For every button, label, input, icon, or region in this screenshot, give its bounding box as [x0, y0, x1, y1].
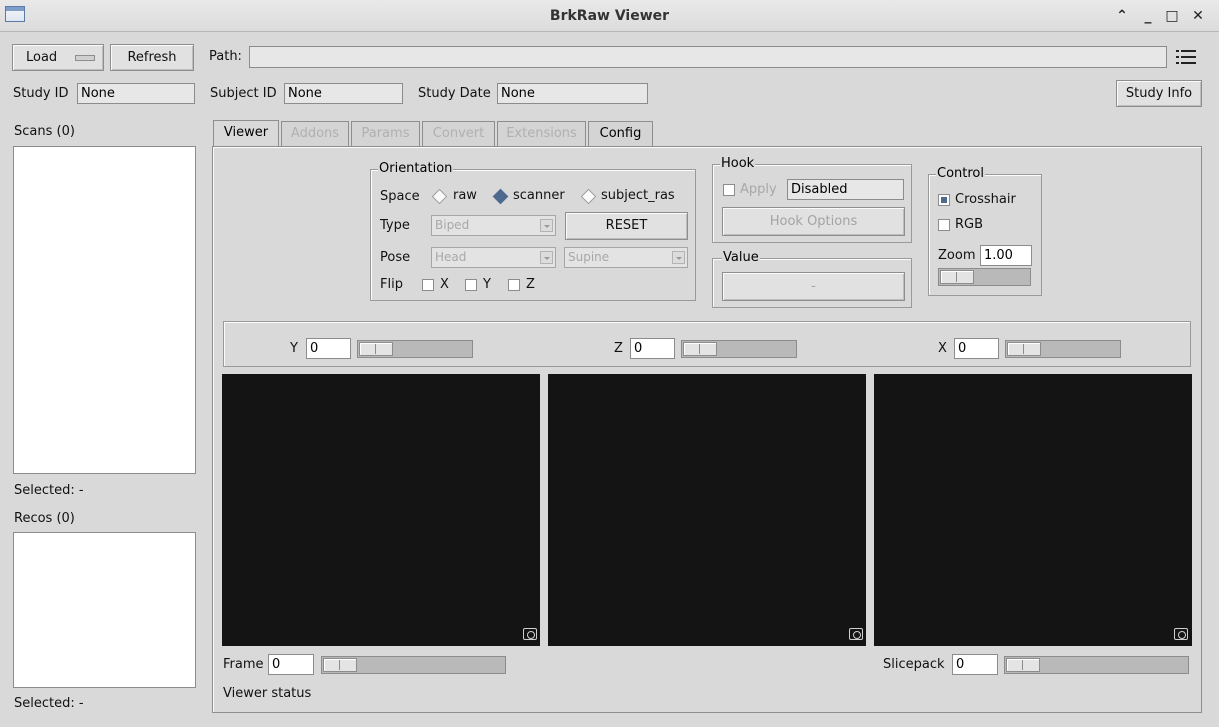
x-slice-slider-thumb[interactable]: [1007, 342, 1041, 356]
tab-config[interactable]: Config: [588, 121, 653, 147]
z-slice-slider-thumb[interactable]: [683, 342, 717, 356]
pose-head-value: Head: [435, 250, 467, 264]
type-combobox[interactable]: Biped: [431, 215, 556, 236]
camera-snapshot-icon[interactable]: [523, 628, 537, 640]
chevron-down-icon: [672, 251, 685, 264]
slicepack-label: Slicepack: [883, 657, 945, 672]
zoom-input[interactable]: 1.00: [980, 245, 1032, 266]
pose-supine-combobox[interactable]: Supine: [564, 247, 688, 268]
x-axis-label: X: [938, 341, 947, 356]
menubutton-indicator-icon: [75, 55, 95, 61]
space-option-scanner: scanner: [513, 188, 565, 203]
y-slice-slider[interactable]: [357, 340, 473, 358]
camera-snapshot-icon[interactable]: [1174, 628, 1188, 640]
study-date-field: None: [497, 83, 648, 104]
scans-label: Scans (0): [14, 124, 75, 139]
slicepack-slider[interactable]: [1004, 656, 1189, 674]
flip-y-checkbox[interactable]: [465, 279, 477, 291]
hook-options-button[interactable]: Hook Options: [722, 207, 905, 236]
space-option-subject-ras: subject_ras: [601, 188, 675, 203]
y-slice-slider-thumb[interactable]: [359, 342, 393, 356]
zoom-slider-thumb[interactable]: [940, 270, 974, 284]
tab-convert[interactable]: Convert: [422, 121, 495, 147]
subject-id-field: None: [284, 83, 403, 104]
flip-x-checkbox[interactable]: [422, 279, 434, 291]
flip-y-label: Y: [483, 277, 491, 292]
hook-title: Hook: [720, 156, 756, 171]
tab-extensions[interactable]: Extensions: [497, 121, 586, 147]
space-option-raw: raw: [453, 188, 477, 203]
camera-snapshot-icon[interactable]: [849, 628, 863, 640]
path-label: Path:: [209, 49, 242, 64]
study-id-label: Study ID: [13, 86, 69, 101]
z-slice-slider[interactable]: [681, 340, 797, 358]
type-value: Biped: [435, 218, 470, 232]
maximize-caret-icon[interactable]: ⌃: [1112, 6, 1132, 26]
recos-selected-label: Selected: -: [14, 696, 84, 711]
chevron-down-icon: [540, 251, 553, 264]
y-slice-input[interactable]: 0: [306, 338, 351, 359]
flip-label: Flip: [380, 277, 403, 292]
tab-viewer[interactable]: Viewer: [213, 120, 279, 147]
tab-addons[interactable]: Addons: [281, 121, 349, 147]
hook-apply-checkbox[interactable]: [723, 184, 735, 196]
pose-label: Pose: [380, 250, 411, 265]
viewer-canvas-y[interactable]: [222, 374, 540, 646]
flip-z-checkbox[interactable]: [508, 279, 520, 291]
load-menubutton[interactable]: Load: [12, 44, 104, 71]
study-date-label: Study Date: [418, 86, 491, 101]
orientation-title: Orientation: [378, 161, 454, 176]
x-slice-input[interactable]: 0: [954, 338, 999, 359]
load-label: Load: [26, 50, 58, 65]
space-label: Space: [380, 189, 420, 204]
pose-supine-value: Supine: [568, 250, 610, 264]
flip-x-label: X: [440, 277, 449, 292]
list-menu-icon[interactable]: [1176, 50, 1196, 66]
hook-apply-label: Apply: [740, 182, 777, 197]
study-id-field: None: [77, 83, 195, 104]
frame-label: Frame: [223, 657, 264, 672]
viewer-canvas-z[interactable]: [548, 374, 866, 646]
recos-label: Recos (0): [14, 511, 75, 526]
y-axis-label: Y: [290, 341, 298, 356]
subject-id-label: Subject ID: [210, 86, 277, 101]
hook-status-field: Disabled: [787, 179, 904, 200]
minimize-icon[interactable]: _: [1138, 6, 1158, 26]
viewer-canvas-x[interactable]: [874, 374, 1192, 646]
value-title: Value: [722, 250, 760, 265]
pose-head-combobox[interactable]: Head: [431, 247, 556, 268]
zoom-label: Zoom: [938, 248, 976, 263]
crosshair-checkbox[interactable]: [938, 194, 950, 206]
rgb-checkbox[interactable]: [938, 219, 950, 231]
tab-params[interactable]: Params: [351, 121, 420, 147]
recos-listbox[interactable]: [13, 532, 196, 688]
z-axis-label: Z: [614, 341, 623, 356]
slicepack-input[interactable]: 0: [952, 654, 998, 675]
window-title: BrkRaw Viewer: [549, 8, 670, 24]
frame-input[interactable]: 0: [268, 654, 314, 675]
frame-slider-thumb[interactable]: [323, 658, 357, 672]
viewer-status-text: Viewer status: [223, 686, 312, 701]
value-display-button[interactable]: -: [722, 272, 905, 301]
control-title: Control: [936, 166, 985, 181]
z-slice-input[interactable]: 0: [630, 338, 675, 359]
flip-z-label: Z: [526, 277, 535, 292]
frame-slider[interactable]: [321, 656, 506, 674]
chevron-down-icon: [540, 219, 553, 232]
crosshair-label: Crosshair: [955, 192, 1016, 207]
scans-selected-label: Selected: -: [14, 483, 84, 498]
slicepack-slider-thumb[interactable]: [1006, 658, 1040, 672]
title-bar: BrkRaw Viewer ⌃ _ □ ✕: [0, 0, 1219, 32]
type-label: Type: [380, 218, 410, 233]
rgb-label: RGB: [955, 217, 984, 232]
path-input[interactable]: [249, 46, 1167, 68]
study-info-button[interactable]: Study Info: [1116, 80, 1202, 107]
zoom-slider[interactable]: [938, 268, 1031, 286]
scans-listbox[interactable]: [13, 146, 196, 474]
close-icon[interactable]: ✕: [1188, 6, 1208, 26]
restore-icon[interactable]: □: [1162, 6, 1182, 26]
refresh-button[interactable]: Refresh: [110, 44, 194, 71]
x-slice-slider[interactable]: [1005, 340, 1121, 358]
reset-button[interactable]: RESET: [565, 212, 688, 240]
